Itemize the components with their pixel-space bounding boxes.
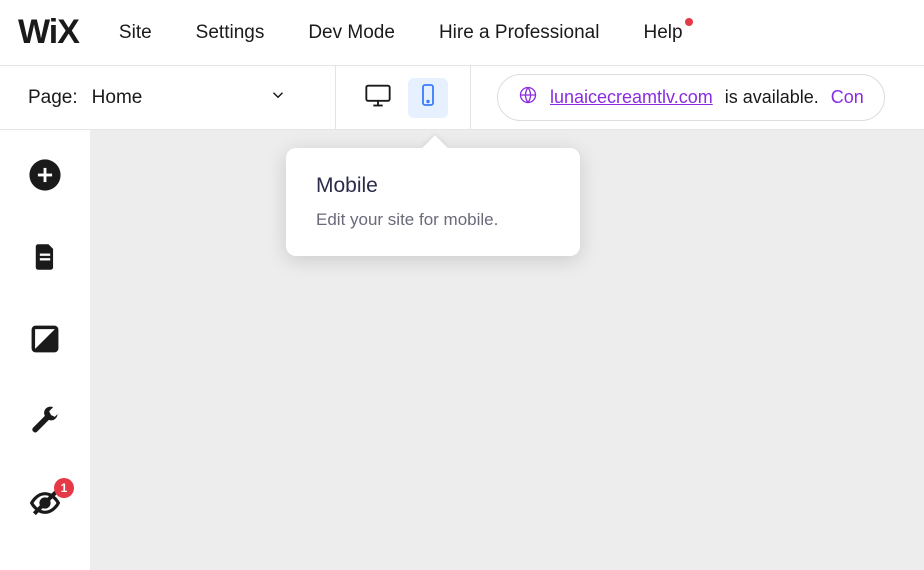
page-selector-label: Page: [28,87,78,109]
notification-dot-icon [685,18,693,26]
main-menu: Site Settings Dev Mode Hire a Profession… [119,22,683,44]
chevron-down-icon [269,86,287,110]
desktop-view-button[interactable] [358,78,398,118]
editor-toolbar: Page: Home lunaicecreamtlv.com is availa… [0,66,924,130]
desktop-icon [364,81,392,114]
mobile-tooltip: Mobile Edit your site for mobile. [286,148,580,256]
tooltip-body: Edit your site for mobile. [316,210,550,230]
menu-site[interactable]: Site [119,22,152,44]
pages-button[interactable] [28,242,62,276]
mobile-icon [416,83,440,112]
editor-main: 1 Mobile Edit your site for mobile. [0,130,924,570]
menu-help[interactable]: Help [643,22,682,44]
wrench-icon [30,406,60,441]
menu-help-label: Help [643,22,682,43]
domain-cta[interactable]: Con [831,87,864,108]
left-sidebar: 1 [0,130,90,570]
menu-settings[interactable]: Settings [196,22,265,44]
menu-hire-professional[interactable]: Hire a Professional [439,22,600,44]
domain-availability-pill[interactable]: lunaicecreamtlv.com is available. Con [497,74,885,121]
plus-circle-icon [28,158,62,197]
menu-dev-mode[interactable]: Dev Mode [308,22,395,44]
page-selector[interactable]: Page: Home [0,66,335,129]
device-switcher [335,66,471,129]
top-menu-bar: WiX Site Settings Dev Mode Hire a Profes… [0,0,924,66]
add-element-button[interactable] [28,160,62,194]
domain-area: lunaicecreamtlv.com is available. Con [471,74,924,121]
hidden-elements-badge: 1 [54,478,74,498]
domain-url[interactable]: lunaicecreamtlv.com [550,87,713,108]
tools-button[interactable] [28,406,62,440]
domain-available-text: is available. [725,87,819,108]
globe-icon [518,85,538,110]
design-button[interactable] [28,324,62,358]
mobile-view-button[interactable] [408,78,448,118]
page-selector-value: Home [92,87,143,109]
editor-canvas[interactable]: Mobile Edit your site for mobile. [90,130,924,570]
hidden-elements-button[interactable]: 1 [28,488,62,522]
design-icon [31,325,59,358]
wix-logo[interactable]: WiX [18,13,79,52]
tooltip-title: Mobile [316,174,550,198]
page-icon [31,242,59,277]
